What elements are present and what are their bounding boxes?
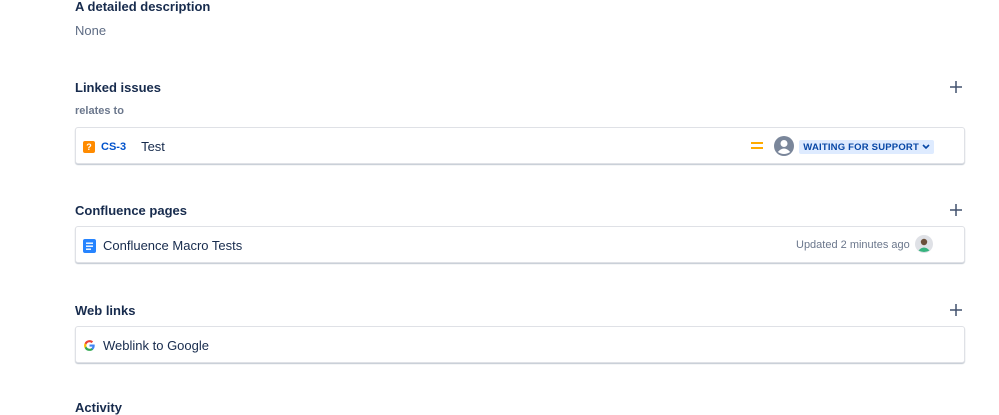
web-link-title[interactable]: Weblink to Google bbox=[103, 338, 209, 353]
description-value[interactable]: None bbox=[75, 23, 106, 38]
web-links-heading: Web links bbox=[75, 303, 136, 318]
user-avatar-icon bbox=[915, 235, 933, 253]
priority-medium-icon bbox=[751, 142, 763, 149]
relation-label: relates to bbox=[75, 105, 124, 117]
plus-icon bbox=[950, 81, 962, 93]
web-link-card[interactable]: Weblink to Google bbox=[75, 326, 965, 363]
confluence-page-icon bbox=[83, 238, 96, 253]
status-label: WAITING FOR SUPPORT bbox=[803, 141, 919, 153]
add-confluence-page-button[interactable] bbox=[946, 200, 966, 220]
add-web-link-button[interactable] bbox=[946, 300, 966, 320]
plus-icon bbox=[950, 304, 962, 316]
question-type-icon: ? bbox=[83, 140, 95, 153]
confluence-page-card[interactable]: Confluence Macro Tests Updated 2 minutes… bbox=[75, 226, 965, 263]
status-dropdown[interactable]: WAITING FOR SUPPORT bbox=[799, 140, 934, 154]
linked-issues-heading: Linked issues bbox=[75, 80, 161, 95]
linked-issue-key[interactable]: CS-3 bbox=[101, 141, 126, 153]
confluence-page-title[interactable]: Confluence Macro Tests bbox=[103, 238, 242, 253]
activity-heading: Activity bbox=[75, 400, 122, 415]
description-heading: A detailed description bbox=[75, 0, 211, 14]
add-linked-issue-button[interactable] bbox=[946, 77, 966, 97]
unassigned-avatar-icon[interactable] bbox=[774, 136, 794, 156]
confluence-pages-heading: Confluence pages bbox=[75, 203, 187, 218]
linked-issue-summary[interactable]: Test bbox=[141, 139, 165, 154]
confluence-updated-time: Updated 2 minutes ago bbox=[796, 239, 910, 251]
google-icon bbox=[84, 340, 95, 351]
plus-icon bbox=[950, 204, 962, 216]
chevron-down-icon bbox=[922, 144, 930, 150]
linked-issue-card[interactable]: ? CS-3 Test WAITING FOR SUPPORT bbox=[75, 127, 965, 164]
